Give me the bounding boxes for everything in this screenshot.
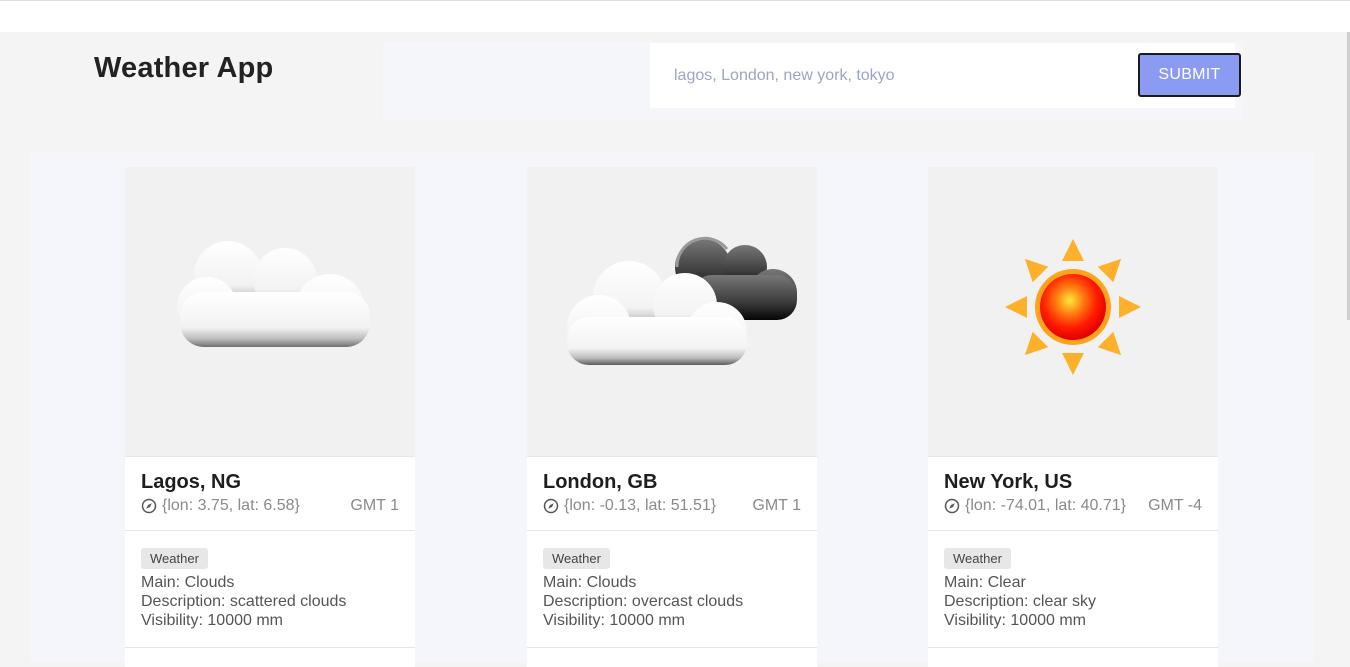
weather-description: Description: clear sky	[944, 593, 1097, 610]
weather-visibility: Visibility: 10000 mm	[944, 612, 1086, 629]
weather-card-london: London, GB {lon: -0.13, lat: 51.51} GMT …	[527, 167, 817, 667]
coordinates: {lon: -74.01, lat: 40.71}	[944, 497, 1126, 515]
divider	[527, 530, 817, 531]
compass-icon	[543, 498, 559, 514]
weather-card-new-york: New York, US {lon: -74.01, lat: 40.71} G…	[928, 167, 1218, 667]
weather-main: Main: Clouds	[141, 574, 235, 591]
divider	[928, 647, 1218, 648]
gmt-offset: GMT -4	[1148, 497, 1202, 514]
weather-tag: Weather	[944, 548, 1011, 569]
overcast-clouds-icon	[567, 236, 797, 365]
submit-button[interactable]: SUBMIT	[1138, 53, 1241, 97]
compass-icon	[141, 498, 157, 514]
coordinates-text: {lon: -0.13, lat: 51.51}	[564, 497, 717, 514]
city-name: New York, US	[944, 471, 1073, 493]
weather-description: Description: scattered clouds	[141, 593, 347, 610]
compass-icon	[944, 498, 960, 514]
clear-sky-sun-icon	[1005, 239, 1141, 375]
weather-visibility: Visibility: 10000 mm	[141, 612, 283, 629]
weather-tag: Weather	[543, 548, 610, 569]
coordinates: {lon: -0.13, lat: 51.51}	[543, 497, 716, 515]
weather-main: Main: Clear	[944, 574, 1026, 591]
gmt-offset: GMT 1	[752, 497, 801, 514]
weather-card-lagos: Lagos, NG {lon: 3.75, lat: 6.58} GMT 1 W…	[125, 167, 415, 667]
weather-main: Main: Clouds	[543, 574, 637, 591]
search-input[interactable]	[660, 60, 1134, 92]
divider	[125, 530, 415, 531]
weather-visibility: Visibility: 10000 mm	[543, 612, 685, 629]
coordinates-text: {lon: -74.01, lat: 40.71}	[965, 497, 1127, 514]
divider	[125, 647, 415, 648]
weather-image	[928, 167, 1218, 457]
page-title: Weather App	[94, 52, 274, 84]
top-bar	[0, 0, 1350, 32]
coordinates: {lon: 3.75, lat: 6.58}	[141, 497, 300, 515]
coordinates-text: {lon: 3.75, lat: 6.58}	[162, 497, 300, 514]
weather-description: Description: overcast clouds	[543, 593, 744, 610]
scattered-clouds-icon	[177, 241, 370, 347]
weather-image	[125, 167, 415, 457]
divider	[928, 530, 1218, 531]
weather-image	[527, 167, 817, 457]
weather-tag: Weather	[141, 548, 208, 569]
city-name: Lagos, NG	[141, 471, 242, 493]
city-name: London, GB	[543, 471, 658, 493]
divider	[527, 647, 817, 648]
gmt-offset: GMT 1	[350, 497, 399, 514]
